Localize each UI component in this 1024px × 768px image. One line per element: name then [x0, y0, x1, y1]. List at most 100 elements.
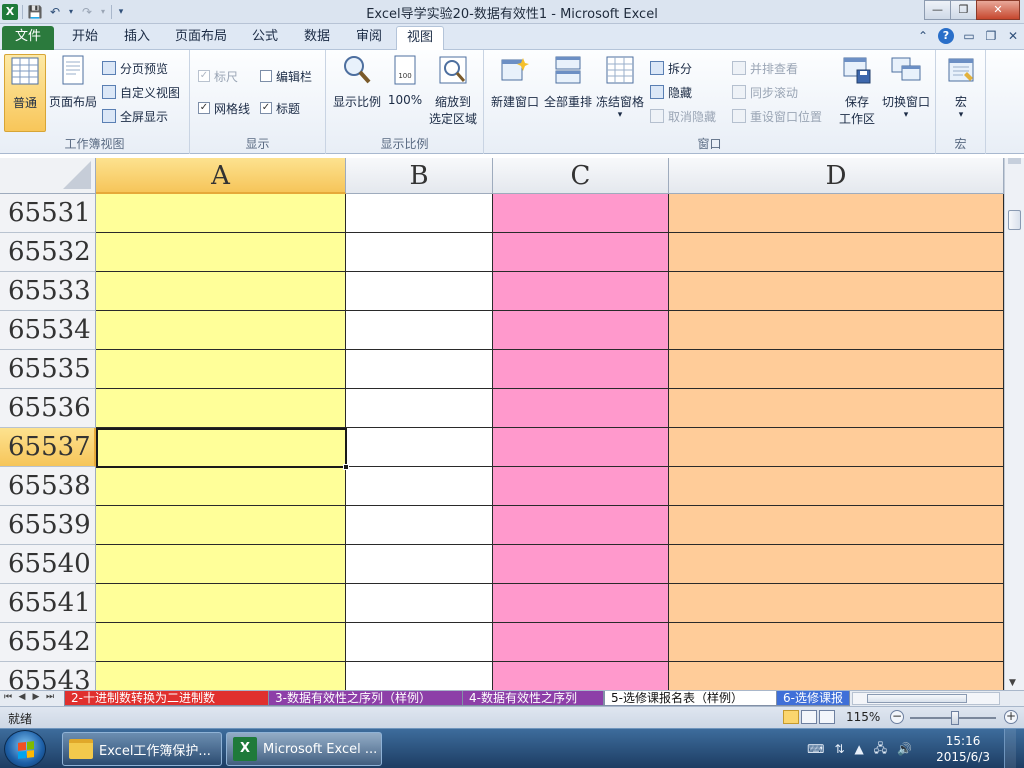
freeze-panes-button[interactable]: 冻结窗格 ▾ — [594, 54, 646, 120]
cell-a[interactable] — [96, 272, 346, 311]
row-header[interactable]: 65541 — [0, 584, 96, 623]
save-workspace-button[interactable]: 保存 工作区 — [834, 54, 880, 127]
cell-c[interactable] — [493, 311, 669, 350]
tab-file[interactable]: 文件 — [2, 26, 54, 50]
cell-c[interactable] — [493, 662, 669, 690]
keyboard-icon[interactable]: ⌨ — [807, 742, 824, 756]
cell-b[interactable] — [346, 233, 493, 272]
cell-b[interactable] — [346, 428, 493, 467]
reset-window-position-button[interactable]: 重设窗口位置 — [732, 106, 822, 126]
fill-handle[interactable] — [343, 464, 349, 470]
zoom-button[interactable]: 显示比例 — [330, 54, 384, 110]
column-header-c[interactable]: C — [493, 158, 669, 194]
minimize-button[interactable]: — — [924, 0, 951, 20]
cell-d[interactable] — [669, 662, 1004, 690]
cell-a[interactable] — [96, 311, 346, 350]
cell-c[interactable] — [493, 233, 669, 272]
column-header-d[interactable]: D — [669, 158, 1004, 194]
tab-data[interactable]: 数据 — [294, 26, 340, 50]
cell-d[interactable] — [669, 389, 1004, 428]
cell-a[interactable] — [96, 623, 346, 662]
sheet-tab-6[interactable]: 6-选修课报 — [776, 691, 850, 706]
cell-b[interactable] — [346, 662, 493, 690]
row-header[interactable]: 65531 — [0, 194, 96, 233]
volume-icon[interactable]: 🔊 — [897, 742, 912, 756]
cell-a[interactable] — [96, 584, 346, 623]
column-header-b[interactable]: B — [346, 158, 493, 194]
show-hidden-icons-icon[interactable]: ▲ — [855, 742, 864, 756]
sheet-tab-4[interactable]: 4-数据有效性之序列 — [462, 691, 604, 706]
minimize-ribbon-icon[interactable]: ⌃ — [916, 29, 930, 43]
row-header[interactable]: 65542 — [0, 623, 96, 662]
save-icon[interactable]: 💾 — [27, 4, 43, 20]
ruler-checkbox[interactable]: ✓ 标尺 — [198, 66, 238, 86]
cell-c[interactable] — [493, 428, 669, 467]
full-screen-button[interactable]: 全屏显示 — [102, 106, 168, 126]
page-break-preview-button[interactable]: 分页预览 — [102, 58, 168, 78]
zoom-in-button[interactable]: + — [1004, 710, 1018, 724]
cell-b[interactable] — [346, 467, 493, 506]
cell-d[interactable] — [669, 623, 1004, 662]
workbook-restore-icon[interactable]: ❐ — [984, 29, 998, 43]
start-button[interactable] — [4, 730, 46, 768]
view-side-by-side-button[interactable]: 并排查看 — [732, 58, 798, 78]
cell-c[interactable] — [493, 194, 669, 233]
undo-dropdown-icon[interactable]: ▾ — [67, 4, 75, 20]
cell-c[interactable] — [493, 545, 669, 584]
custom-views-button[interactable]: 自定义视图 — [102, 82, 180, 102]
split-box[interactable] — [1008, 158, 1021, 164]
headings-checkbox[interactable]: ✓ 标题 — [260, 98, 300, 118]
cell-a[interactable] — [96, 545, 346, 584]
cell-b[interactable] — [346, 506, 493, 545]
cell-b[interactable] — [346, 584, 493, 623]
close-button[interactable]: ✕ — [976, 0, 1020, 20]
vertical-scroll-thumb[interactable] — [1008, 210, 1021, 230]
cell-a[interactable] — [96, 506, 346, 545]
horizontal-scrollbar[interactable] — [852, 692, 1000, 705]
scroll-down-arrow-icon[interactable]: ▼ — [1009, 678, 1016, 688]
cell-a[interactable] — [96, 389, 346, 428]
tab-insert[interactable]: 插入 — [114, 26, 160, 50]
cell-d[interactable] — [669, 467, 1004, 506]
formula-bar-checkbox[interactable]: 编辑栏 — [260, 66, 312, 86]
normal-view-button[interactable]: 普通 — [4, 54, 46, 132]
horizontal-scroll-thumb[interactable] — [867, 694, 967, 703]
cell-d[interactable] — [669, 311, 1004, 350]
row-header[interactable]: 65536 — [0, 389, 96, 428]
help-icon[interactable]: ? — [938, 28, 954, 44]
cell-c[interactable] — [493, 506, 669, 545]
row-header[interactable]: 65543 — [0, 662, 96, 690]
zoom-slider-thumb[interactable] — [951, 711, 959, 725]
gridlines-checkbox[interactable]: ✓ 网格线 — [198, 98, 250, 118]
sheet-tab-5-active[interactable]: 5-选修课报名表（样例） — [604, 691, 778, 706]
tab-view[interactable]: 视图 — [396, 26, 444, 51]
customize-qat-icon[interactable]: ▾ — [116, 4, 126, 20]
row-header[interactable]: 65535 — [0, 350, 96, 389]
cell-c[interactable] — [493, 584, 669, 623]
row-header[interactable]: 65534 — [0, 311, 96, 350]
sheet-tab-2[interactable]: 2-十进制数转换为二进制数 — [64, 691, 270, 706]
cell-c[interactable] — [493, 272, 669, 311]
vertical-scrollbar[interactable]: ▼ — [1004, 158, 1024, 690]
cell-a[interactable] — [96, 194, 346, 233]
row-header[interactable]: 65533 — [0, 272, 96, 311]
excel-logo-icon[interactable]: X — [2, 4, 18, 20]
cell-b[interactable] — [346, 311, 493, 350]
cell-d[interactable] — [669, 233, 1004, 272]
cell-b[interactable] — [346, 194, 493, 233]
zoom-level[interactable]: 115% — [846, 710, 880, 724]
cell-d[interactable] — [669, 584, 1004, 623]
cell-a[interactable] — [96, 233, 346, 272]
input-method-icon[interactable]: ⇅ — [834, 742, 844, 756]
cell-c[interactable] — [493, 350, 669, 389]
normal-view-status-icon[interactable] — [783, 710, 799, 724]
taskbar-item-excel[interactable]: X Microsoft Excel ... — [226, 732, 382, 766]
arrange-all-button[interactable]: 全部重排 — [542, 54, 594, 110]
restore-button[interactable]: ❐ — [950, 0, 977, 20]
hide-button[interactable]: 隐藏 — [650, 82, 692, 102]
zoom-100-button[interactable]: 100 100% — [386, 54, 424, 107]
last-sheet-arrow-icon[interactable]: ⏭ — [44, 692, 56, 702]
cell-c[interactable] — [493, 623, 669, 662]
cell-a[interactable] — [96, 467, 346, 506]
cell-b[interactable] — [346, 545, 493, 584]
